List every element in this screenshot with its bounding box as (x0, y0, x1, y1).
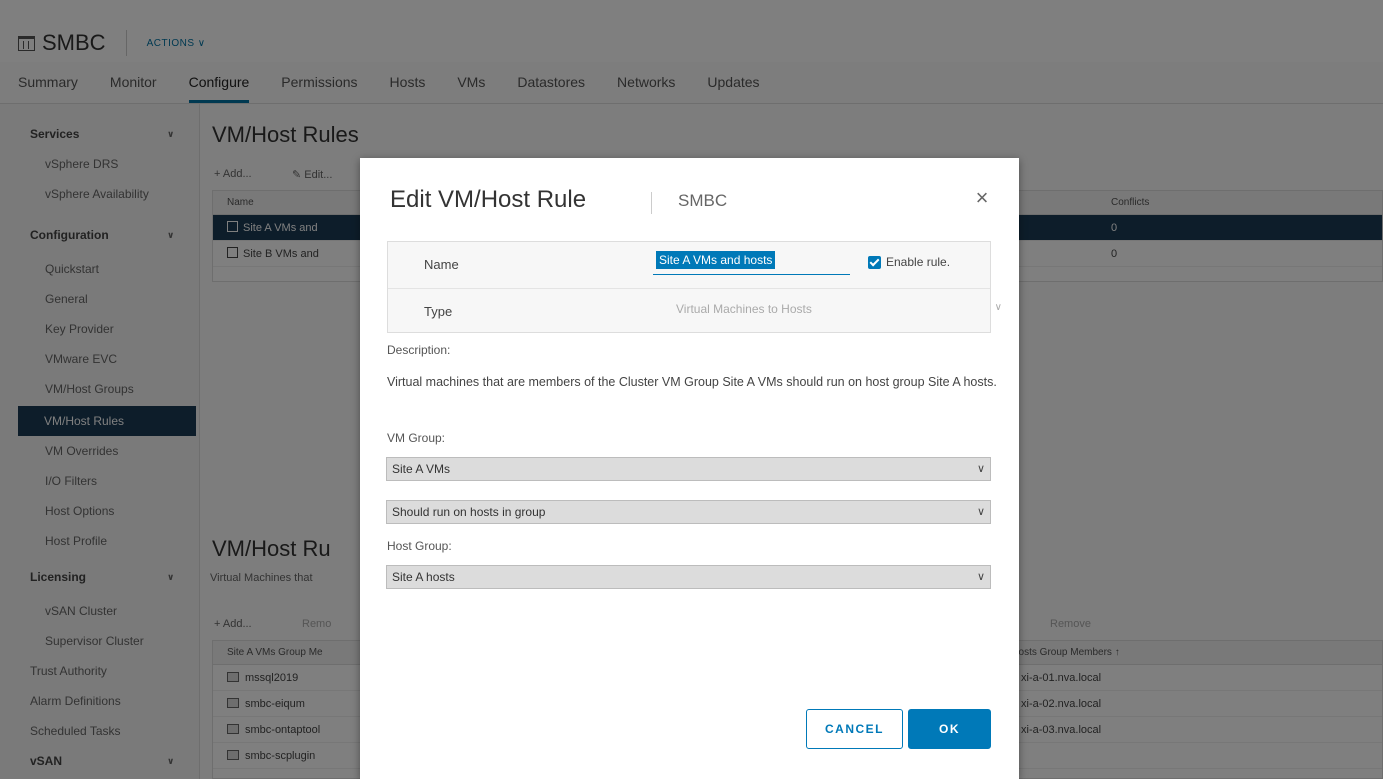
rule-name-input[interactable]: Site A VMs and hosts (653, 251, 850, 275)
dialog-title: Edit VM/Host Rule (390, 186, 587, 213)
name-row: Name Site A VMs and hosts Enable rule. (388, 242, 990, 287)
chevron-down-icon: ∨ (994, 302, 1002, 313)
enable-rule-checkbox[interactable]: Enable rule. (868, 255, 950, 269)
ok-button[interactable]: OK (908, 709, 991, 749)
cancel-button[interactable]: CANCEL (806, 709, 903, 749)
description-text: Virtual machines that are members of the… (387, 375, 997, 389)
rule-type-select[interactable]: Virtual Machines to Hosts ∨ (676, 302, 1002, 324)
vm-group-label: VM Group: (387, 431, 446, 445)
type-row: Type Virtual Machines to Hosts ∨ (388, 288, 1002, 333)
host-group-label: Host Group: (387, 539, 452, 553)
name-label: Name (424, 257, 459, 272)
chevron-down-icon: ∨ (976, 571, 985, 583)
chevron-down-icon: ∨ (976, 463, 985, 475)
type-label: Type (424, 304, 453, 319)
chevron-down-icon: ∨ (976, 506, 985, 518)
description-label: Description: (387, 343, 451, 357)
dialog-title-divider (651, 192, 652, 214)
host-group-select[interactable]: Site A hosts ∨ (386, 565, 991, 589)
checkbox-checked-icon (868, 255, 881, 269)
edit-rule-dialog: Edit VM/Host Rule SMBC × Name Site A VMs… (360, 158, 1019, 779)
rule-name-value: Site A VMs and hosts (656, 251, 776, 269)
rule-form: Name Site A VMs and hosts Enable rule. T… (387, 241, 1002, 333)
dialog-subtitle: SMBC (678, 191, 728, 210)
enable-rule-label: Enable rule. (886, 255, 951, 269)
vm-group-select[interactable]: Site A VMs ∨ (386, 457, 991, 481)
relation-select[interactable]: Should run on hosts in group ∨ (386, 500, 991, 524)
close-icon[interactable]: × (972, 187, 992, 209)
